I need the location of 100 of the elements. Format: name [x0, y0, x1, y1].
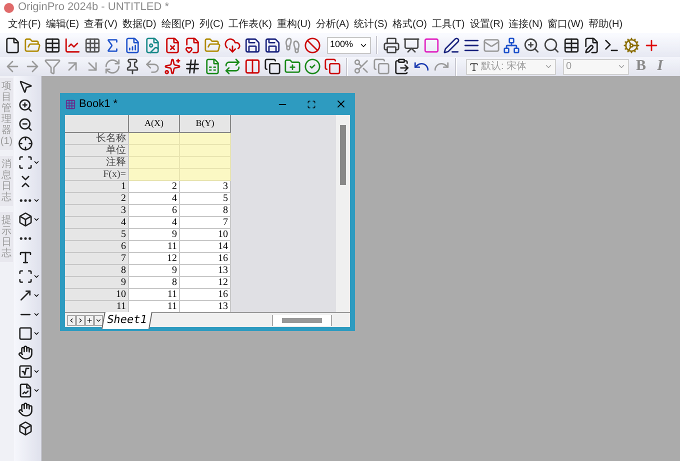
- label-cell[interactable]: [180, 133, 231, 145]
- caret-icon[interactable]: [32, 387, 40, 394]
- scissors-icon[interactable]: [353, 58, 370, 75]
- edit-file-icon[interactable]: [583, 36, 600, 54]
- row-number: 8: [65, 265, 129, 277]
- label-cell[interactable]: [180, 145, 231, 157]
- label-cell[interactable]: [180, 157, 231, 169]
- caret-icon[interactable]: [32, 292, 40, 299]
- menu-item[interactable]: 列(C): [200, 16, 224, 32]
- maximize-icon[interactable]: [307, 100, 316, 108]
- window-title: OriginPro 2024b - UNTITLED *: [18, 0, 169, 16]
- tab-first-icon[interactable]: [67, 314, 76, 326]
- hand-icon[interactable]: [18, 345, 32, 360]
- zoom-dropdown[interactable]: 100%: [327, 36, 371, 54]
- table-cell: 6: [129, 205, 180, 217]
- menu-item[interactable]: 文件(F): [8, 16, 41, 32]
- label-cell[interactable]: [180, 169, 231, 181]
- caret-icon[interactable]: [32, 159, 40, 166]
- menu-item[interactable]: 绘图(P): [161, 16, 195, 32]
- menu-item[interactable]: 窗口(W): [548, 16, 584, 32]
- menu-item[interactable]: 连接(N): [508, 16, 543, 32]
- arrow-tool-icon[interactable]: [18, 288, 32, 303]
- caret-icon[interactable]: [32, 311, 40, 318]
- caret-icon[interactable]: [32, 330, 40, 337]
- zoom-icon[interactable]: [523, 36, 540, 54]
- printer-icon[interactable]: [383, 36, 400, 54]
- table-cell: 11: [129, 289, 180, 301]
- horizontal-scrollbar[interactable]: [272, 314, 332, 326]
- presentation-icon[interactable]: [403, 36, 420, 54]
- table-cell: 9: [129, 229, 180, 241]
- menu-item[interactable]: 数据(D): [122, 16, 156, 32]
- column-header[interactable]: A(X): [129, 115, 180, 133]
- file-icon[interactable]: [4, 36, 21, 54]
- radical-icon[interactable]: [18, 364, 32, 379]
- cloud-download-icon[interactable]: [224, 36, 241, 54]
- menu-item[interactable]: 设置(R): [470, 16, 504, 32]
- zoom-out-icon[interactable]: [18, 117, 32, 132]
- add-folder-icon[interactable]: [284, 58, 301, 75]
- label-cell[interactable]: [129, 157, 180, 169]
- caret-icon[interactable]: [32, 273, 40, 280]
- gear-icon[interactable]: [623, 36, 640, 54]
- spreadsheet-icon[interactable]: [204, 58, 221, 75]
- row-number: 9: [65, 277, 129, 289]
- workbook-icon: [65, 98, 76, 110]
- row-number: 3: [65, 205, 129, 217]
- crosshair-icon[interactable]: [18, 136, 32, 151]
- grid-icon[interactable]: [84, 36, 101, 54]
- menu-item[interactable]: 重构(U): [276, 16, 311, 32]
- table-cell: 5: [180, 193, 231, 205]
- menu-item[interactable]: 编辑(E): [46, 16, 80, 32]
- scan-icon[interactable]: [18, 155, 32, 170]
- menu-item[interactable]: 分析(A): [316, 16, 350, 32]
- tab-next-icon[interactable]: [76, 314, 85, 326]
- duplicate-icon[interactable]: [324, 58, 341, 75]
- hierarchy-icon[interactable]: [503, 36, 520, 54]
- sheet-tab[interactable]: Sheet1: [102, 312, 152, 328]
- stop-icon[interactable]: [304, 36, 321, 54]
- caret-icon[interactable]: [32, 368, 40, 375]
- text-tool-icon[interactable]: [18, 250, 32, 265]
- column-header[interactable]: B(Y): [180, 115, 231, 133]
- vertical-scrollbar[interactable]: [336, 115, 350, 312]
- menu-item[interactable]: 工具(T): [432, 16, 465, 32]
- table-icon[interactable]: [563, 36, 580, 54]
- save-icon[interactable]: [264, 36, 281, 54]
- cube-icon[interactable]: [18, 421, 32, 436]
- image-file-icon[interactable]: [144, 36, 161, 54]
- folder-icon[interactable]: [204, 36, 221, 54]
- zoom-in-icon[interactable]: [18, 98, 32, 113]
- menu-item[interactable]: 帮助(H): [588, 16, 623, 32]
- copy-sheets-icon[interactable]: [264, 58, 281, 75]
- pin-icon[interactable]: [124, 58, 141, 75]
- table-icon[interactable]: [44, 36, 61, 54]
- menu-item[interactable]: 工作表(K): [228, 16, 272, 32]
- menu-item[interactable]: 统计(S): [354, 16, 388, 32]
- chart-file-icon[interactable]: [18, 383, 32, 398]
- add-sheet-icon[interactable]: [85, 314, 94, 326]
- label-cell[interactable]: [129, 133, 180, 145]
- search-icon[interactable]: [543, 36, 560, 54]
- workbook-title: Book1 *: [79, 96, 119, 112]
- bar-chart-file-icon[interactable]: [124, 36, 141, 54]
- table-cell: 4: [129, 193, 180, 205]
- columns-icon[interactable]: [244, 58, 261, 75]
- cross-file-icon[interactable]: [164, 36, 181, 54]
- pen-icon[interactable]: [443, 36, 460, 54]
- label-cell[interactable]: [129, 169, 180, 181]
- close-icon[interactable]: [335, 98, 347, 110]
- filter-icon[interactable]: [44, 58, 61, 75]
- pointer-icon[interactable]: [18, 79, 32, 94]
- table-cell: 11: [129, 301, 180, 313]
- label-cell[interactable]: [129, 145, 180, 157]
- row-number: 4: [65, 217, 129, 229]
- paste-icon[interactable]: [393, 58, 410, 75]
- rectangle-tool-icon[interactable]: [18, 326, 32, 341]
- caret-icon[interactable]: [32, 216, 40, 223]
- save-icon[interactable]: [244, 36, 261, 54]
- menu-item[interactable]: 格式(O): [392, 16, 427, 32]
- caret-icon[interactable]: [32, 197, 40, 204]
- line-chart-icon[interactable]: [64, 36, 81, 54]
- menu-item[interactable]: 查看(V): [84, 16, 118, 32]
- check-circle-icon[interactable]: [304, 58, 321, 75]
